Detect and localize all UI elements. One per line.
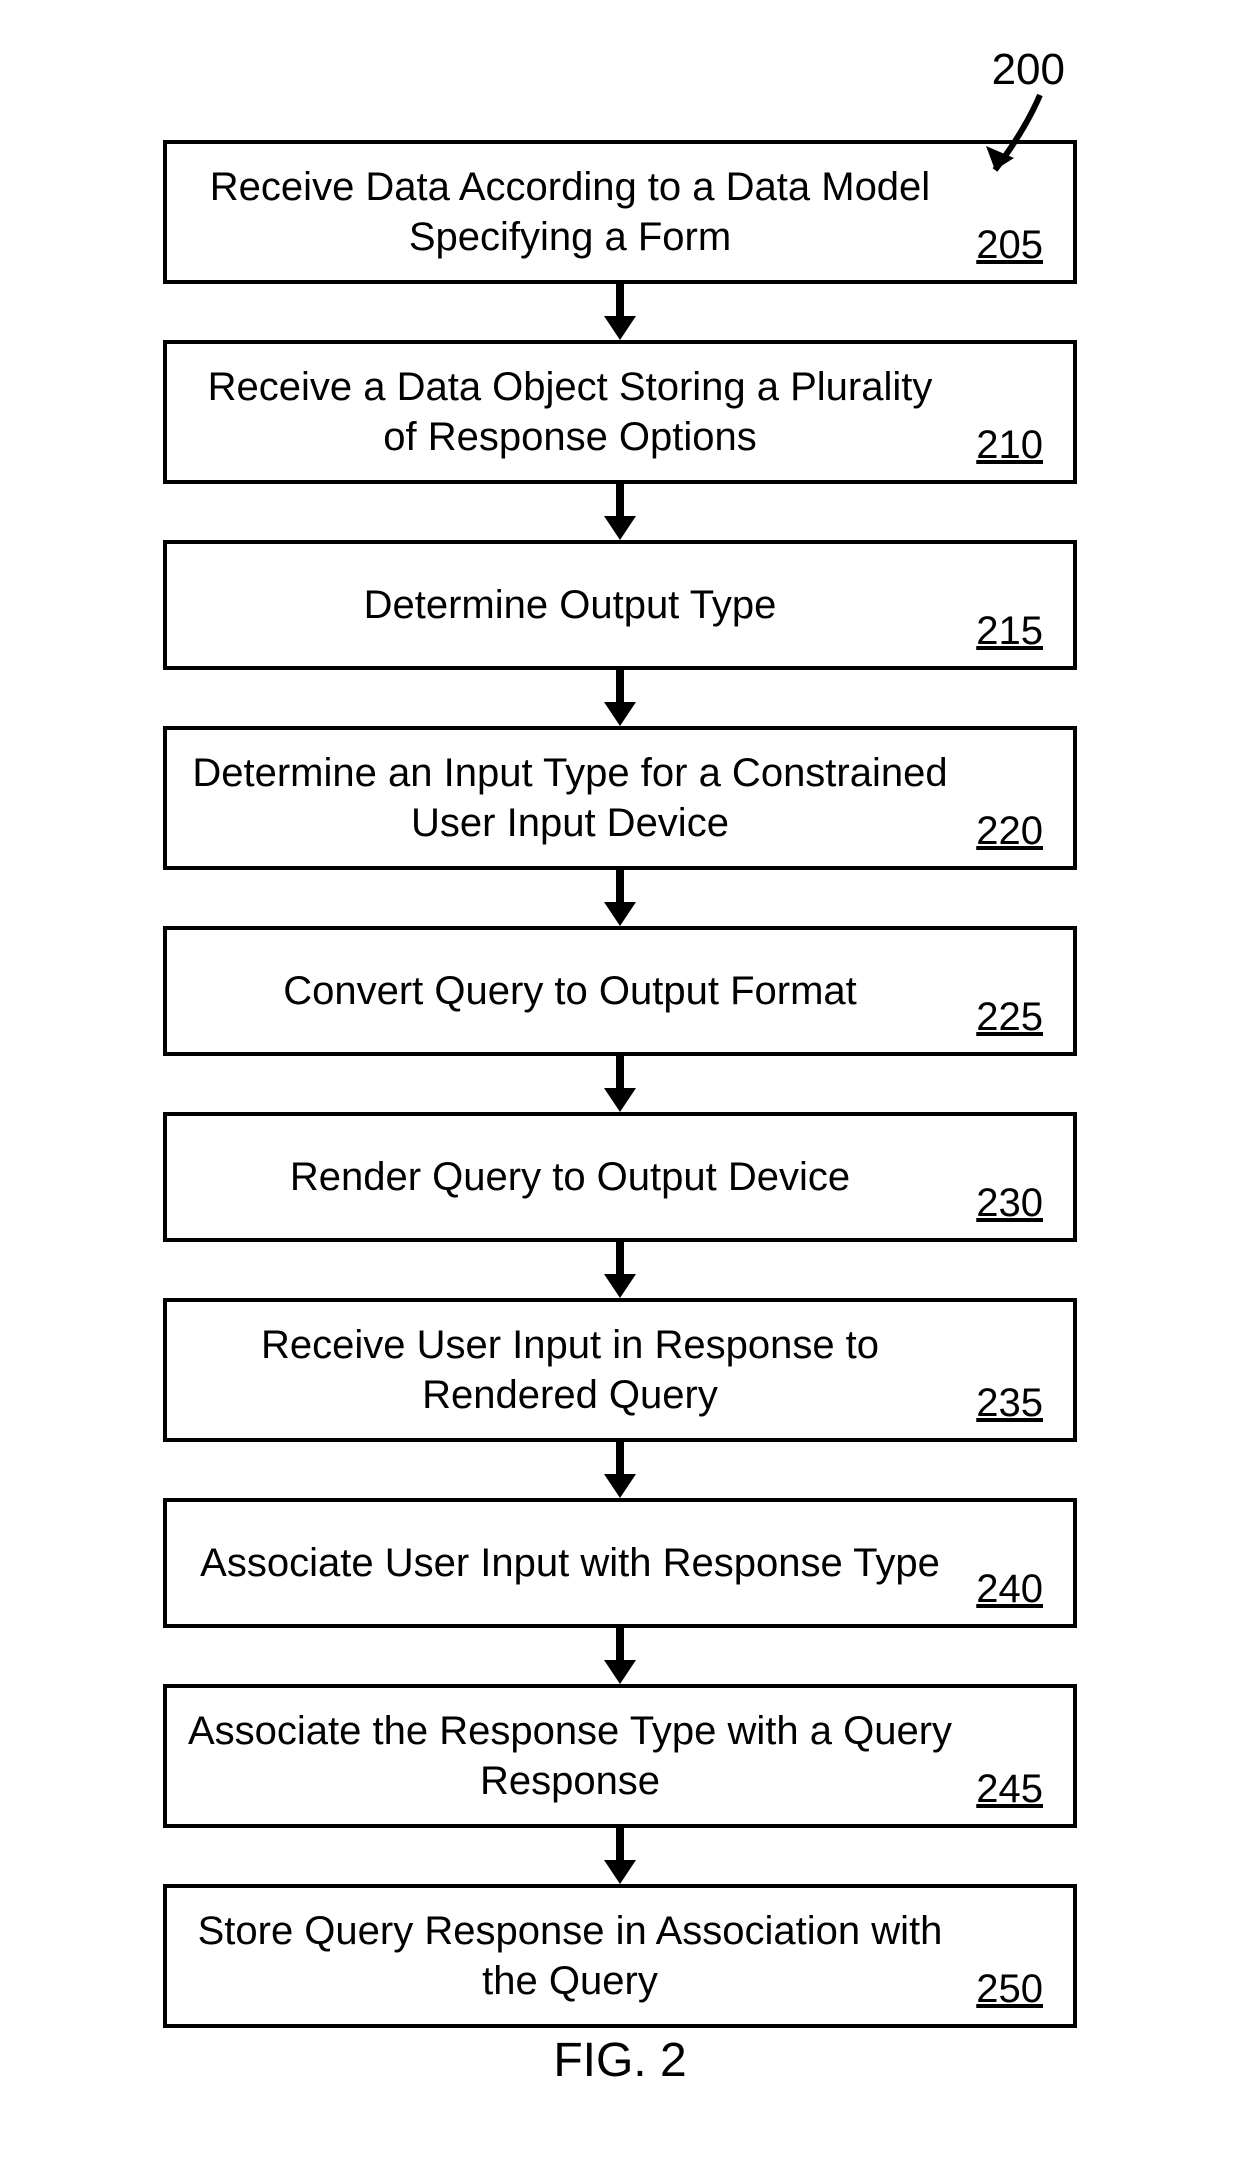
flow-step-number: 210 bbox=[976, 423, 1043, 468]
reference-number: 200 bbox=[992, 45, 1065, 95]
flow-step-245: Associate the Response Type with a Query… bbox=[163, 1684, 1077, 1828]
arrow-down-icon bbox=[590, 870, 650, 926]
flow-step-230: Render Query to Output Device 230 bbox=[163, 1112, 1077, 1242]
flow-step-number: 240 bbox=[976, 1567, 1043, 1612]
flow-step-number: 235 bbox=[976, 1381, 1043, 1426]
arrow-down-icon bbox=[590, 284, 650, 340]
flow-step-number: 205 bbox=[976, 223, 1043, 268]
flow-step-220: Determine an Input Type for a Constraine… bbox=[163, 726, 1077, 870]
arrow-down-icon bbox=[590, 1828, 650, 1884]
flow-step-label: Store Query Response in Association with… bbox=[187, 1906, 953, 2006]
figure-label-container: FIG. 2 bbox=[0, 2033, 1240, 2088]
arrow-down-icon bbox=[590, 1056, 650, 1112]
flow-step-235: Receive User Input in Response to Render… bbox=[163, 1298, 1077, 1442]
flow-step-215: Determine Output Type 215 bbox=[163, 540, 1077, 670]
flow-step-label: Convert Query to Output Format bbox=[283, 966, 857, 1016]
figure-label: FIG. 2 bbox=[553, 2034, 686, 2087]
arrow-down-icon bbox=[590, 1628, 650, 1684]
arrow-down-icon bbox=[590, 670, 650, 726]
arrow-down-icon bbox=[590, 484, 650, 540]
flow-step-label: Receive User Input in Response to Render… bbox=[187, 1320, 953, 1420]
page: 200 Receive Data According to a Data Mod… bbox=[0, 0, 1240, 2173]
flow-step-210: Receive a Data Object Storing a Pluralit… bbox=[163, 340, 1077, 484]
flow-step-number: 215 bbox=[976, 609, 1043, 654]
flow-step-240: Associate User Input with Response Type … bbox=[163, 1498, 1077, 1628]
flow-step-number: 250 bbox=[976, 1967, 1043, 2012]
arrow-down-icon bbox=[590, 1242, 650, 1298]
flow-step-label: Determine an Input Type for a Constraine… bbox=[187, 748, 953, 848]
flow-step-label: Associate the Response Type with a Query… bbox=[187, 1706, 953, 1806]
flow-step-label: Determine Output Type bbox=[364, 580, 777, 630]
flow-step-225: Convert Query to Output Format 225 bbox=[163, 926, 1077, 1056]
arrow-down-icon bbox=[590, 1442, 650, 1498]
flow-step-number: 245 bbox=[976, 1767, 1043, 1812]
flow-step-205: Receive Data According to a Data Model S… bbox=[163, 140, 1077, 284]
flow-step-label: Receive a Data Object Storing a Pluralit… bbox=[187, 362, 953, 462]
flow-step-label: Receive Data According to a Data Model S… bbox=[187, 162, 953, 262]
flow-step-250: Store Query Response in Association with… bbox=[163, 1884, 1077, 2028]
flow-step-number: 225 bbox=[976, 995, 1043, 1040]
flow-step-number: 220 bbox=[976, 809, 1043, 854]
flowchart: Receive Data According to a Data Model S… bbox=[163, 140, 1077, 2028]
flow-step-label: Associate User Input with Response Type bbox=[200, 1538, 940, 1588]
flow-step-label: Render Query to Output Device bbox=[290, 1152, 850, 1202]
flow-step-number: 230 bbox=[976, 1181, 1043, 1226]
